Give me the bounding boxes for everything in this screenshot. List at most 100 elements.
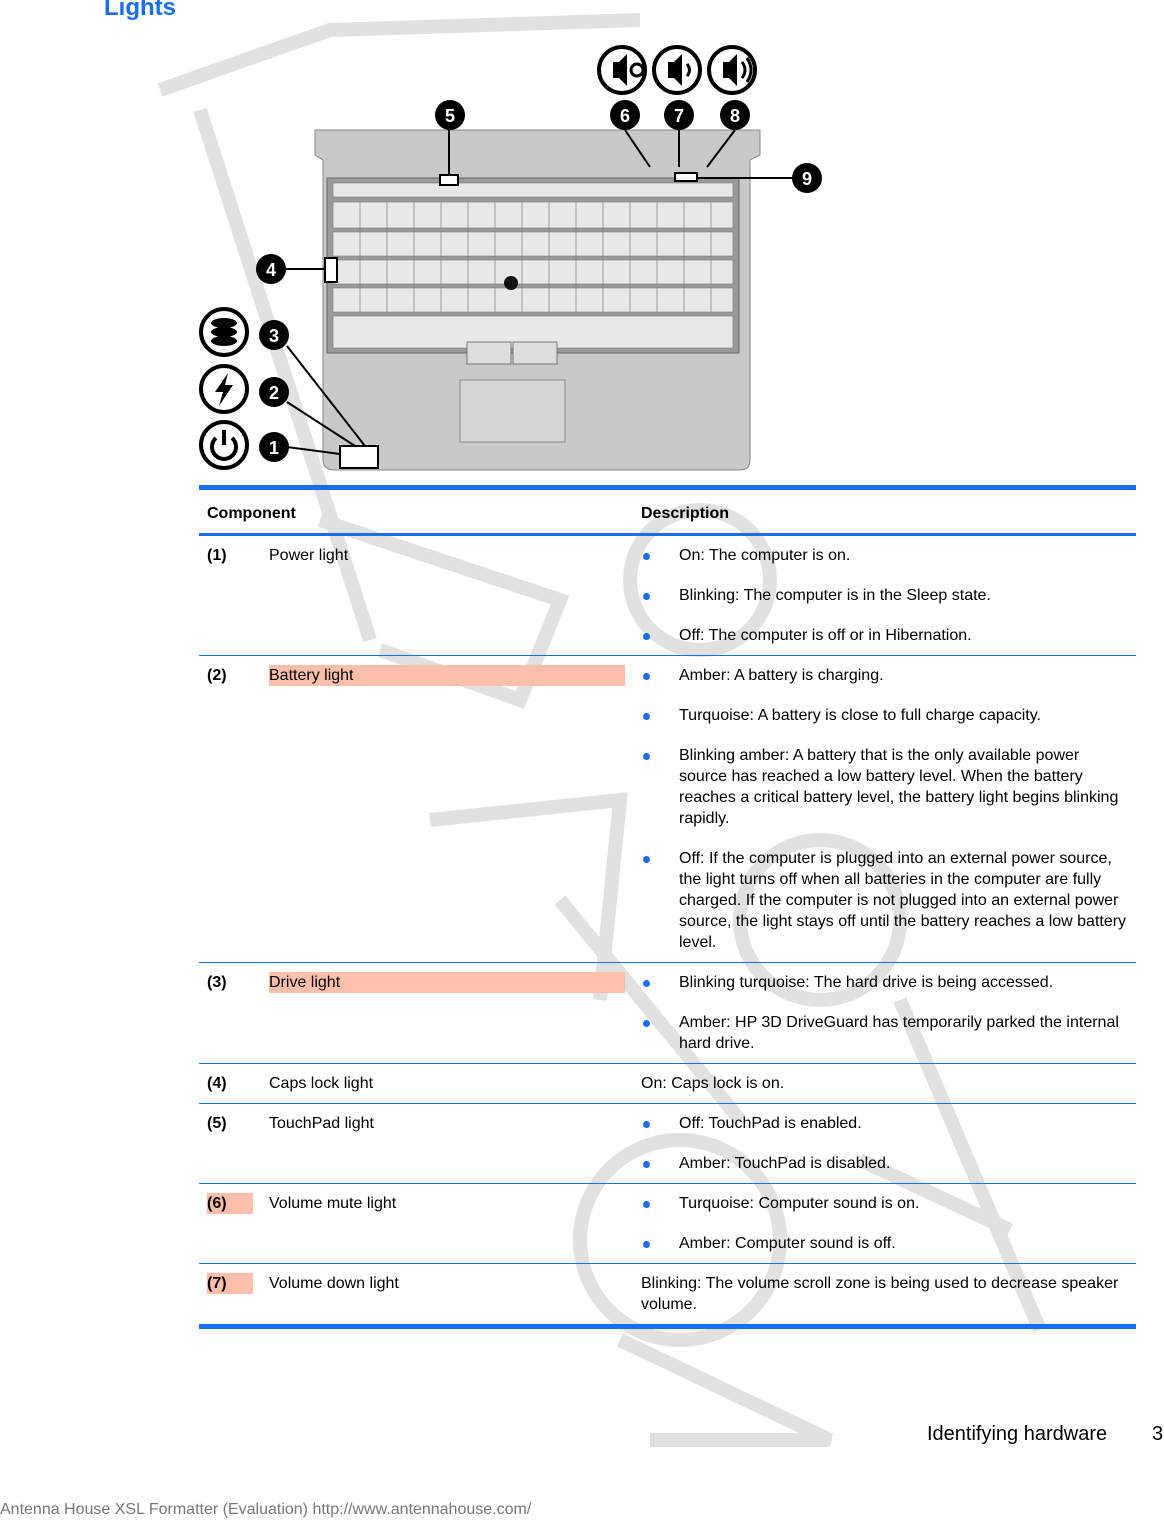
description-text: Off: TouchPad is enabled.: [679, 1115, 862, 1132]
row-number-text: (2): [207, 667, 227, 684]
row-number-text: (3): [207, 974, 227, 991]
description-text: On: Caps lock is on.: [641, 1075, 785, 1092]
description-text: Amber: HP 3D DriveGuard has temporarily …: [679, 1014, 1119, 1052]
description-item: Off: The computer is off or in Hibernati…: [641, 625, 1128, 646]
row-number-text: (1): [207, 547, 227, 564]
callout-7: 7: [674, 106, 684, 126]
description-item: Amber: HP 3D DriveGuard has temporarily …: [641, 1012, 1128, 1054]
component-name: Drive light: [269, 972, 625, 993]
callout-3: 3: [269, 326, 279, 346]
component-cell: Caps lock light: [261, 1064, 633, 1104]
description-item: Amber: TouchPad is disabled.: [641, 1153, 1128, 1174]
description-list: Turquoise: Computer sound is on. Amber: C…: [641, 1193, 1128, 1254]
table-row: (1) Power light On: The computer is on. Bli…: [199, 535, 1136, 656]
table-row: (2) Battery light Amber: A battery is char…: [199, 656, 1136, 963]
description-text: Turquoise: A battery is close to full ch…: [679, 707, 1041, 724]
callout-2: 2: [269, 383, 279, 403]
bullet-icon: [643, 673, 650, 680]
bullet-icon: [643, 856, 650, 863]
bullet-icon: [643, 1121, 650, 1128]
description-text: Blinking: The volume scroll zone is bein…: [641, 1275, 1119, 1313]
description-item: Turquoise: Computer sound is on.: [641, 1193, 1128, 1214]
description-cell: Blinking turquoise: The hard drive is be…: [633, 963, 1136, 1064]
component-name: Volume down light: [269, 1275, 399, 1292]
bullet-icon: [643, 593, 650, 600]
row-number-text: (7): [207, 1273, 253, 1294]
component-name: TouchPad light: [269, 1115, 374, 1132]
row-number: (2): [199, 656, 261, 963]
row-number-text: (4): [207, 1075, 227, 1092]
description-item: Off: TouchPad is enabled.: [641, 1113, 1128, 1134]
bullet-icon: [643, 753, 650, 760]
component-name: Power light: [269, 547, 349, 564]
description-text: Off: The computer is off or in Hibernati…: [679, 627, 972, 644]
bullet-icon: [643, 1241, 650, 1248]
description-text: Amber: Computer sound is off.: [679, 1235, 896, 1252]
component-name: Battery light: [269, 665, 625, 686]
row-number: (1): [199, 535, 261, 656]
callout-5: 5: [445, 106, 455, 126]
description-text: Amber: A battery is charging.: [679, 667, 884, 684]
table-row: (3) Drive light Blinking turquoise: The ha…: [199, 963, 1136, 1064]
description-item: Off: If the computer is plugged into an …: [641, 848, 1128, 953]
row-number: (4): [199, 1064, 261, 1104]
description-cell: Amber: A battery is charging. Turquoise: …: [633, 656, 1136, 963]
bullet-icon: [643, 713, 650, 720]
row-number: (7): [199, 1264, 261, 1327]
description-item: Turquoise: A battery is close to full ch…: [641, 705, 1128, 726]
table-row: (5) TouchPad light Off: TouchPad is enable…: [199, 1104, 1136, 1184]
lights-table: Component Description (1) Power light On: …: [199, 485, 1136, 1329]
description-text: On: The computer is on.: [679, 547, 851, 564]
description-item: Blinking amber: A battery that is the on…: [641, 745, 1128, 829]
component-cell: Drive light: [261, 963, 633, 1064]
row-number: (6): [199, 1184, 261, 1264]
bullet-icon: [643, 633, 650, 640]
column-header-component: Component: [207, 505, 296, 522]
callout-6: 6: [620, 106, 630, 126]
callout-9: 9: [802, 169, 812, 189]
bullet-icon: [643, 1201, 650, 1208]
row-number-text: (5): [207, 1115, 227, 1132]
table-row: (6) Volume mute light Turquoise: Computer …: [199, 1184, 1136, 1264]
description-cell: Blinking: The volume scroll zone is bein…: [633, 1264, 1136, 1327]
table-row: (4) Caps lock light On: Caps lock is on.: [199, 1064, 1136, 1104]
table-row: (7) Volume down light Blinking: The volume…: [199, 1264, 1136, 1327]
callout-4: 4: [266, 260, 276, 280]
component-cell: Volume down light: [261, 1264, 633, 1327]
description-text: Amber: TouchPad is disabled.: [679, 1155, 891, 1172]
description-cell: On: The computer is on. Blinking: The com…: [633, 535, 1136, 656]
page-number: 3: [1152, 1423, 1164, 1445]
description-text: Blinking turquoise: The hard drive is be…: [679, 974, 1054, 991]
description-text: Off: If the computer is plugged into an …: [679, 850, 1127, 951]
description-item: Blinking turquoise: The hard drive is be…: [641, 972, 1128, 993]
table-header-row: Component Description: [199, 487, 1136, 535]
component-name: Volume mute light: [269, 1195, 397, 1212]
description-list: Blinking turquoise: The hard drive is be…: [641, 972, 1128, 1054]
description-text: Turquoise: Computer sound is on.: [679, 1195, 920, 1212]
description-text: Blinking: The computer is in the Sleep s…: [679, 587, 991, 604]
bullet-icon: [643, 980, 650, 987]
description-item: Blinking: The computer is in the Sleep s…: [641, 585, 1128, 606]
column-header-description: Description: [641, 505, 730, 522]
laptop-keyboard-figure: 5 6 7 8 9 4 3 2 1: [199, 45, 822, 471]
description-cell: Turquoise: Computer sound is on. Amber: C…: [633, 1184, 1136, 1264]
component-cell: Volume mute light: [261, 1184, 633, 1264]
component-cell: Battery light: [261, 656, 633, 963]
row-number: (3): [199, 963, 261, 1064]
description-item: Amber: A battery is charging.: [641, 665, 1128, 686]
description-list: Off: TouchPad is enabled. Amber: TouchPad…: [641, 1113, 1128, 1174]
description-cell: On: Caps lock is on.: [633, 1064, 1136, 1104]
component-cell: TouchPad light: [261, 1104, 633, 1184]
bullet-icon: [643, 1020, 650, 1027]
bullet-icon: [643, 1161, 650, 1168]
row-number: (5): [199, 1104, 261, 1184]
description-list: On: The computer is on. Blinking: The com…: [641, 545, 1128, 646]
component-cell: Power light: [261, 535, 633, 656]
callout-1: 1: [269, 438, 279, 458]
footer-section-name: Identifying hardware: [927, 1423, 1108, 1445]
description-cell: Off: TouchPad is enabled. Amber: TouchPad…: [633, 1104, 1136, 1184]
description-item: On: The computer is on.: [641, 545, 1128, 566]
description-text: Blinking amber: A battery that is the on…: [679, 747, 1119, 827]
description-item: Amber: Computer sound is off.: [641, 1233, 1128, 1254]
row-number-text: (6): [207, 1193, 253, 1214]
